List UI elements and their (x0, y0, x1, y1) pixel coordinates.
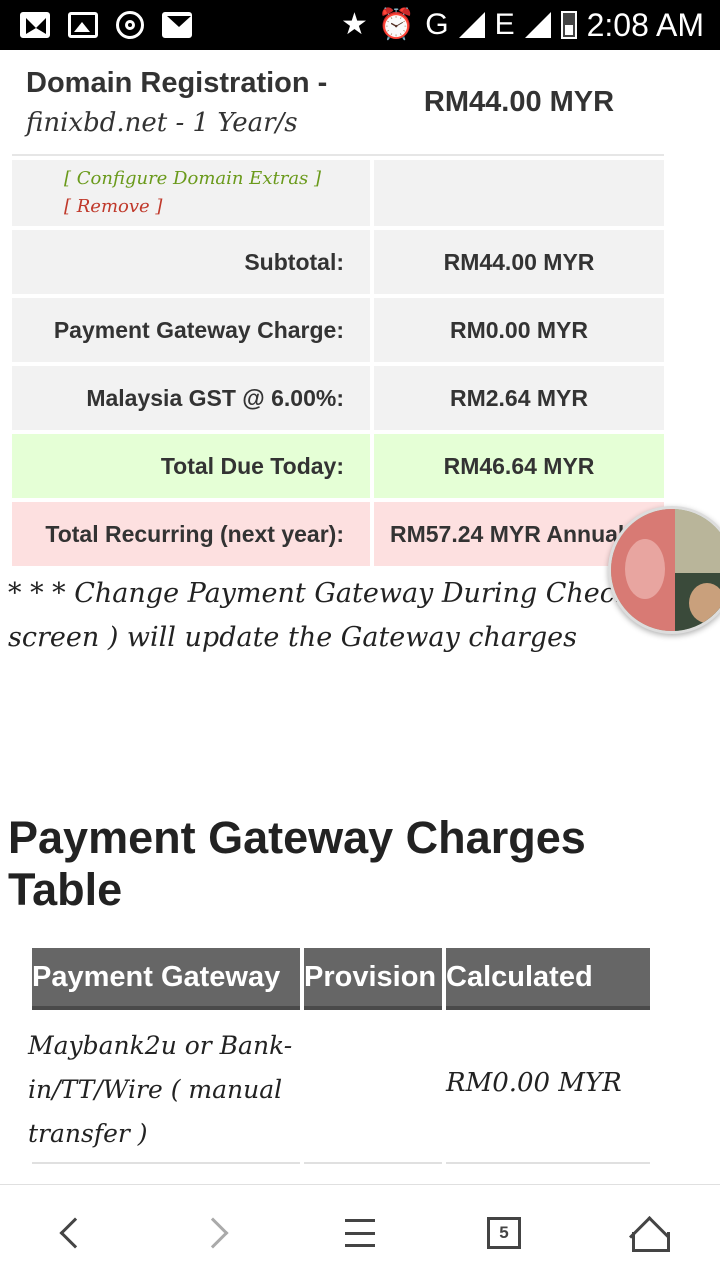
domain-row: Domain Registration - finixbd.net - 1 Ye… (12, 50, 664, 156)
back-icon (59, 1217, 91, 1249)
notification-icons (20, 10, 192, 40)
forward-button[interactable] (168, 1185, 268, 1280)
signal-e-icon (524, 12, 551, 38)
gateway-calculated: RM0.00 MYR (446, 1068, 622, 1098)
gst-row: Malaysia GST @ 6.00%: RM2.64 MYR (12, 366, 664, 430)
menu-icon (345, 1219, 375, 1247)
clock: 2:08 AM (586, 6, 704, 43)
domain-detail: finixbd.net - 1 Year/s (26, 107, 298, 138)
avatar-photo-2 (675, 509, 720, 573)
star-icon: ★ (340, 8, 368, 41)
signal-g-label: G (425, 8, 449, 41)
forward-icon (197, 1217, 229, 1249)
header-payment-gateway: Payment Gateway (32, 948, 300, 1010)
gallery-icon (68, 12, 98, 38)
status-bar: ★ ⏰ G E 2:08 AM (0, 0, 720, 50)
tabs-icon: 5 (487, 1217, 521, 1249)
gmail-icon (20, 12, 50, 38)
battery-charging-icon (560, 11, 577, 39)
gateway-name: Maybank2u or Bank-in/TT/Wire ( manual tr… (28, 1031, 293, 1148)
subtotal-value: RM44.00 MYR (374, 230, 664, 294)
system-icons: ★ ⏰ G E 2:08 AM (340, 6, 704, 43)
gateway-table-header: Payment Gateway Provision Calculated (32, 948, 650, 1010)
total-recurring-label: Total Recurring (next year): (12, 502, 370, 566)
divider-segment (32, 1162, 300, 1164)
menu-button[interactable] (310, 1185, 410, 1280)
total-due-row: Total Due Today: RM46.64 MYR (12, 434, 664, 498)
domain-price-cell: RM44.00 MYR (374, 50, 664, 154)
home-icon (631, 1216, 670, 1252)
home-button[interactable] (598, 1185, 698, 1280)
gateway-charge-value: RM0.00 MYR (374, 298, 664, 362)
domain-actions-cell: [ Configure Domain Extras ] [ Remove ] (12, 160, 370, 226)
divider-segment (304, 1162, 442, 1164)
configure-domain-extras-link[interactable]: [ Configure Domain Extras ] (64, 165, 321, 193)
avatar-photo-1 (611, 509, 675, 631)
domain-title: Domain Registration - (26, 66, 328, 99)
section-title: Payment Gateway Charges Table (8, 812, 586, 915)
gst-label: Malaysia GST @ 6.00%: (12, 366, 370, 430)
domain-description-cell: Domain Registration - finixbd.net - 1 Ye… (12, 50, 370, 154)
empty-cell (374, 160, 664, 226)
total-recurring-row: Total Recurring (next year): RM57.24 MYR… (12, 502, 664, 566)
gateway-change-note: * * * Change Payment Gateway During Chec… (8, 578, 695, 653)
browser-bottom-bar: 5 (0, 1184, 720, 1280)
divider-segment (446, 1162, 650, 1164)
alarm-icon: ⏰ (377, 8, 416, 41)
chat-head-avatar[interactable] (608, 506, 720, 634)
table-row-divider (32, 1162, 650, 1164)
avatar-photo-3 (675, 573, 720, 631)
subtotal-label: Subtotal: (12, 230, 370, 294)
signal-e-label: E (494, 8, 515, 41)
signal-g-icon (458, 12, 485, 38)
header-calculated: Calculated (446, 948, 650, 1010)
gateway-charge-label: Payment Gateway Charge: (12, 298, 370, 362)
total-due-label: Total Due Today: (12, 434, 370, 498)
back-button[interactable] (20, 1185, 120, 1280)
total-due-value: RM46.64 MYR (374, 434, 664, 498)
domain-price: RM44.00 MYR (423, 85, 615, 118)
tabs-button[interactable]: 5 (454, 1185, 554, 1280)
gst-value: RM2.64 MYR (374, 366, 664, 430)
remove-domain-link[interactable]: [ Remove ] (64, 193, 162, 221)
header-provision: Provision (304, 948, 442, 1010)
table-row: Maybank2u or Bank-in/TT/Wire ( manual tr… (28, 1024, 658, 1164)
location-target-icon (116, 11, 144, 39)
order-summary-table: Domain Registration - finixbd.net - 1 Ye… (12, 50, 664, 570)
domain-actions-row: [ Configure Domain Extras ] [ Remove ] (12, 160, 664, 226)
subtotal-row: Subtotal: RM44.00 MYR (12, 230, 664, 294)
gateway-charge-row: Payment Gateway Charge: RM0.00 MYR (12, 298, 664, 362)
mail-icon (162, 12, 192, 38)
